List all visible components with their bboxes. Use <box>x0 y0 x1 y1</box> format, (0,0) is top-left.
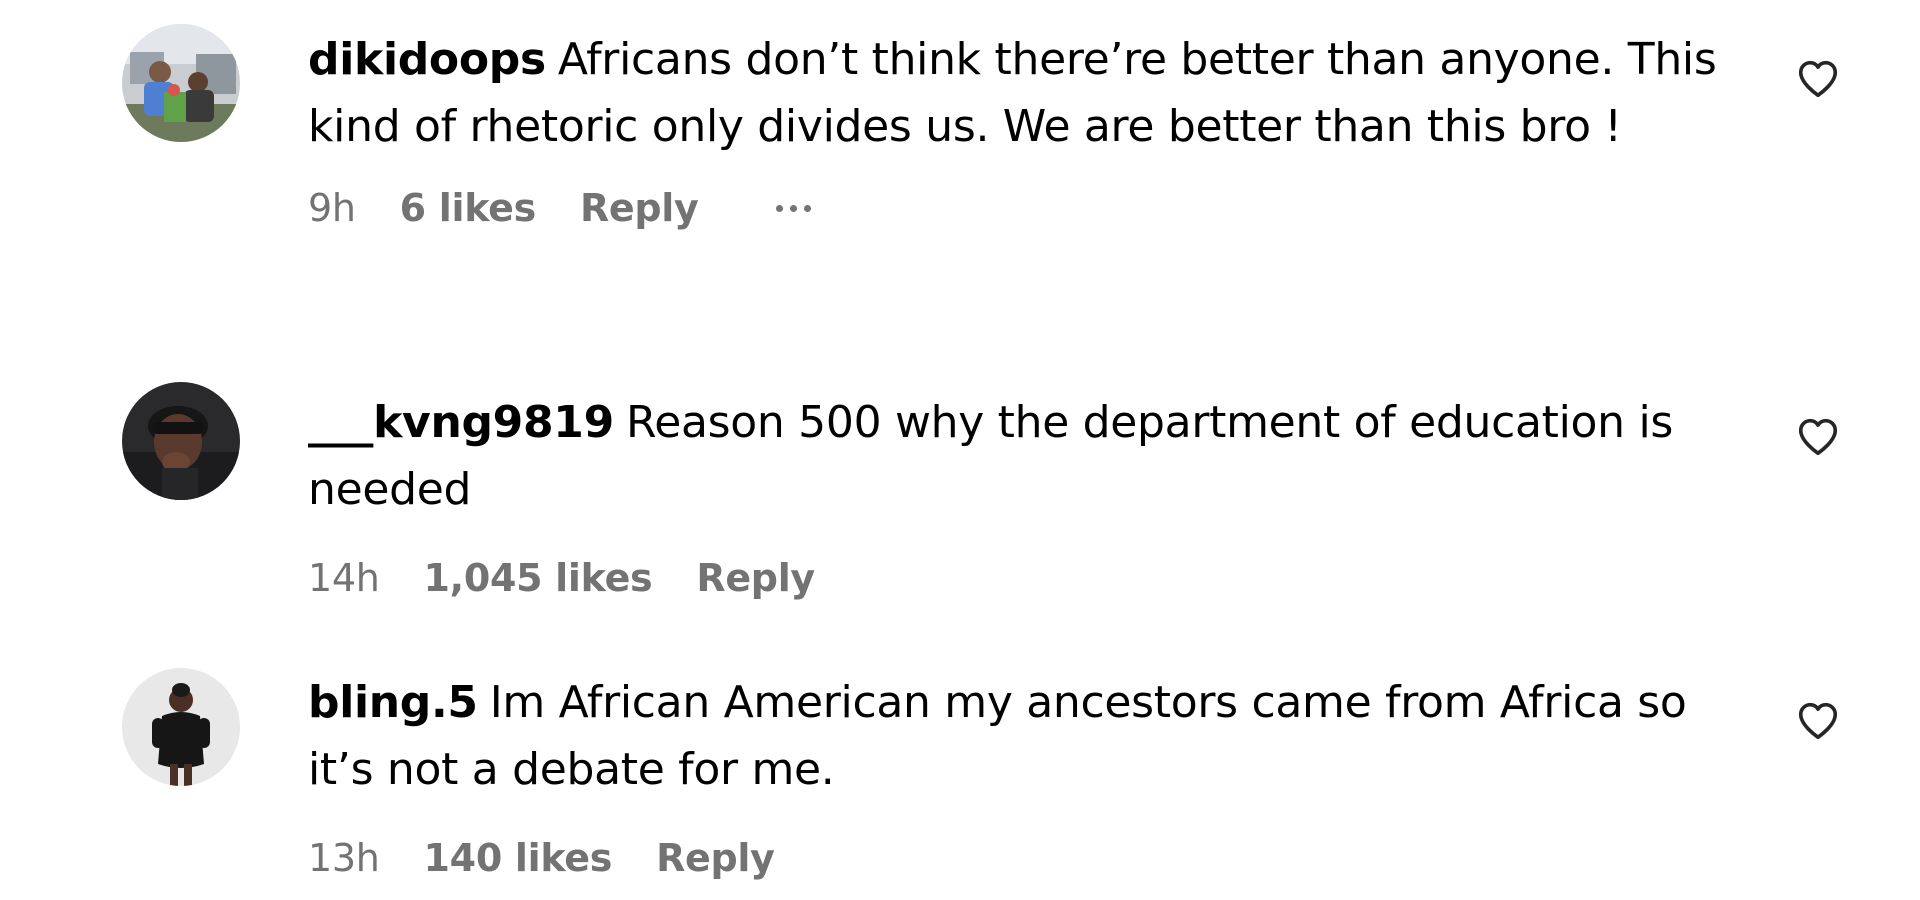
comment-timestamp[interactable]: 14h <box>308 556 380 600</box>
comment-text-container: ___kvng9819 Reason 500 why the department… <box>308 389 1728 523</box>
comment-username[interactable]: dikidoops <box>308 34 546 85</box>
comment-meta: 14h 1,045 likes Reply <box>308 556 1748 600</box>
comment-likes-count[interactable]: 6 likes <box>400 186 537 230</box>
comment-username[interactable]: bling.5 <box>308 677 478 728</box>
comment-timestamp[interactable]: 13h <box>308 836 380 880</box>
person-portrait-avatar <box>122 382 240 500</box>
comment-meta: 13h 140 likes Reply <box>308 836 1748 880</box>
comment-text: Im African American my ancestors came fr… <box>308 677 1687 795</box>
comment-username[interactable]: ___kvng9819 <box>308 397 614 448</box>
heart-outline-icon[interactable] <box>1795 698 1841 744</box>
comment-text-container: bling.5 Im African American my ancestors … <box>308 669 1738 803</box>
avatar[interactable] <box>122 24 240 142</box>
reply-button[interactable]: Reply <box>656 836 775 880</box>
comment-likes-count[interactable]: 1,045 likes <box>424 556 653 600</box>
avatar[interactable] <box>122 382 240 500</box>
reply-button[interactable]: Reply <box>696 556 815 600</box>
family-photo-avatar <box>122 24 240 142</box>
avatar[interactable] <box>122 668 240 786</box>
comment-meta: 9h 6 likes Reply <box>308 186 1748 230</box>
comment-body: dikidoops Africans don’t think there’re b… <box>308 26 1748 230</box>
comment-body: bling.5 Im African American my ancestors … <box>308 669 1748 880</box>
heart-outline-icon[interactable] <box>1795 414 1841 460</box>
ellipsis-icon[interactable] <box>776 198 812 218</box>
comment-body: ___kvng9819 Reason 500 why the department… <box>308 389 1748 600</box>
comment-timestamp[interactable]: 9h <box>308 186 356 230</box>
reply-button[interactable]: Reply <box>580 186 699 230</box>
comment-text-container: dikidoops Africans don’t think there’re b… <box>308 26 1748 160</box>
heart-outline-icon[interactable] <box>1795 56 1841 102</box>
comment-likes-count[interactable]: 140 likes <box>424 836 613 880</box>
person-full-body-avatar <box>122 668 240 786</box>
